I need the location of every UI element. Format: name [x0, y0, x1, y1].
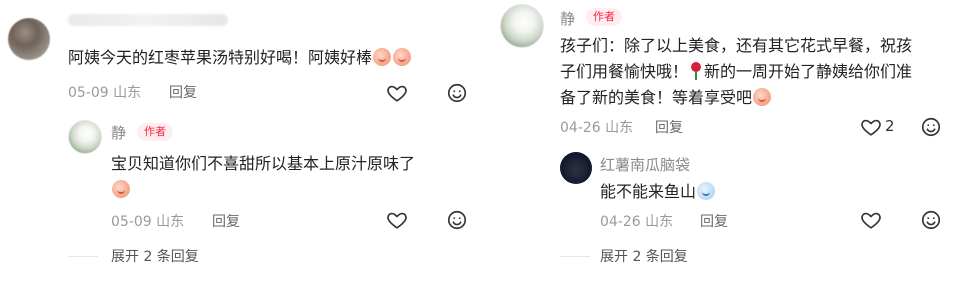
avatar-blurred[interactable]: [8, 18, 50, 60]
comment-date: 04-26: [560, 120, 601, 136]
heart-outline-icon[interactable]: [860, 209, 882, 231]
emoji-face-icon[interactable]: [920, 209, 942, 231]
comment-text: 孩子们：除了以上美食，还有其它花式早餐，祝孩 子们用餐愉快哦！ 新的一周开始了静姨…: [560, 33, 955, 111]
comment-text: 阿姨今天的红枣苹果汤特别好喝！阿姨好棒: [68, 45, 488, 71]
reply-author-name: 静: [111, 124, 127, 142]
comment-meta: 05-09 山东: [68, 82, 141, 102]
reply-location: 山东: [645, 214, 674, 230]
reply-meta: 05-09 山东: [111, 211, 184, 231]
emoji-smile-icon: [373, 48, 392, 66]
author-badge: 作者: [137, 123, 173, 141]
emoji-face-icon[interactable]: [446, 82, 468, 104]
reply-text: 宝贝知道你们不喜甜所以基本上原汁原味了: [111, 151, 491, 203]
comment-location: 山东: [113, 85, 142, 101]
heart-outline-icon[interactable]: [386, 82, 408, 104]
emoji-face-icon[interactable]: [920, 116, 942, 138]
avatar-author-jing[interactable]: [68, 120, 102, 154]
emoji-smile-icon: [393, 48, 412, 66]
reply-date: 04-26: [600, 214, 641, 230]
avatar-hongshu[interactable]: [560, 152, 592, 184]
heart-outline-icon[interactable]: [386, 209, 408, 231]
author-badge: 作者: [586, 8, 622, 26]
comment-line-2a: 子们用餐愉快哦！: [560, 62, 689, 81]
avatar-author-jing[interactable]: [500, 4, 544, 48]
expand-replies-button[interactable]: 展开 2 条回复: [600, 246, 688, 266]
expand-replies-button[interactable]: 展开 2 条回复: [111, 246, 199, 266]
emoji-cry-icon: [697, 182, 716, 200]
comment-text-content: 阿姨今天的红枣苹果汤特别好喝！阿姨好棒: [68, 48, 373, 67]
comment-line-2b: 新的一周开始了静姨给你们准: [704, 62, 913, 81]
comment-author-name: 静: [560, 10, 576, 28]
expand-divider: [560, 256, 590, 257]
rose-icon: [690, 62, 702, 80]
reply-text: 能不能来鱼山: [600, 179, 900, 205]
emoji-face-icon[interactable]: [446, 209, 468, 231]
reply-date: 05-09: [111, 214, 152, 230]
expand-divider: [68, 256, 98, 257]
comment-meta: 04-26 山东: [560, 117, 633, 137]
reply-button[interactable]: 回复: [212, 211, 240, 231]
reply-location: 山东: [156, 214, 185, 230]
reply-button[interactable]: 回复: [169, 82, 197, 102]
emoji-smile-icon: [753, 88, 772, 106]
like-count: 2: [885, 117, 895, 135]
comment-location: 山东: [605, 120, 634, 136]
emoji-smile-icon: [112, 180, 130, 198]
reply-text-content: 能不能来鱼山: [600, 182, 697, 201]
reply-author-name: 红薯南瓜脑袋: [600, 156, 691, 174]
comment-line-3: 备了新的美食！等着享受吧: [560, 88, 753, 107]
blurred-username: [68, 14, 228, 26]
reply-button[interactable]: 回复: [700, 211, 728, 231]
comment-line-1: 孩子们：除了以上美食，还有其它花式早餐，祝孩: [560, 36, 913, 55]
heart-outline-icon[interactable]: [860, 116, 882, 138]
comment-date: 05-09: [68, 85, 109, 101]
reply-button[interactable]: 回复: [655, 117, 683, 137]
reply-text-content: 宝贝知道你们不喜甜所以基本上原汁原味了: [111, 154, 416, 173]
reply-meta: 04-26 山东: [600, 211, 673, 231]
